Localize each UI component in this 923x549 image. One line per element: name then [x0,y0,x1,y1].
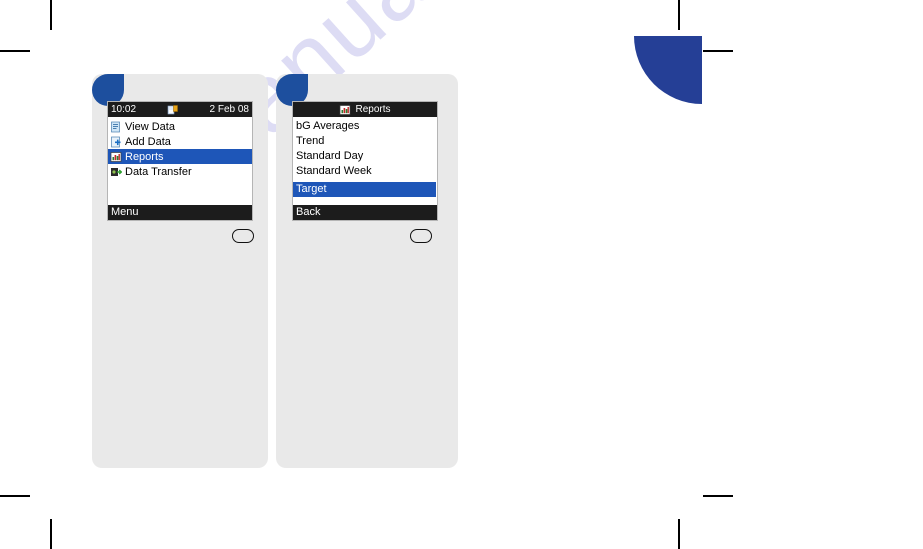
crop-mark-top-left-vertical [50,0,52,30]
menu-item-reports[interactable]: Reports [108,149,252,164]
reports-item-trend[interactable]: Trend [293,134,437,149]
reports-chart-icon [110,151,122,163]
crop-mark-top-right-vertical [678,0,680,30]
menu-item-data-transfer[interactable]: Data Transfer [108,164,252,179]
crop-mark-top-right-horizontal [703,50,733,52]
reports-item-label: Trend [296,135,325,147]
ok-button-reports-menu[interactable] [410,229,432,243]
reports-item-target[interactable]: Target [293,182,436,197]
menu-item-label: Reports [125,150,164,163]
reports-item-label: Standard Week [296,165,372,177]
ok-button-main-menu[interactable] [232,229,254,243]
reports-item-standard-week[interactable]: Standard Week [293,164,437,179]
reports-chart-icon [339,104,351,116]
crop-mark-top-left-horizontal [0,50,30,52]
crop-mark-bottom-left-horizontal [0,495,30,497]
softkey-back[interactable]: Back [293,205,437,220]
reports-item-label: Target [296,183,327,195]
status-bar: 10:02 2 Feb 08 [108,102,252,117]
reports-item-label: bG Averages [296,120,360,132]
softkey-menu[interactable]: Menu [108,205,252,220]
reports-item-label: Standard Day [296,150,364,162]
menu-item-label: View Data [125,120,175,133]
crop-mark-bottom-left-vertical [50,519,52,549]
main-menu-list: View Data Add Data Reports Data Transfer [108,117,252,179]
softkey-label: Back [296,206,321,218]
title-bar-label: Reports [355,104,391,115]
menu-item-label: Add Data [125,135,171,148]
device-screen-main-menu: 10:02 2 Feb 08 View Data Add Data Report… [107,101,253,221]
data-transfer-icon [110,166,122,178]
reports-item-bg-averages[interactable]: bG Averages [293,119,437,134]
reports-menu-list: bG Averages Trend Standard Day Standard … [293,117,437,197]
menu-item-view-data[interactable]: View Data [108,119,252,134]
manual-page: manualshive.com 10:02 2 Feb 08 [0,0,923,549]
decorative-blue-quarter-circle [634,36,702,104]
menu-item-label: Data Transfer [125,165,192,178]
reports-item-standard-day[interactable]: Standard Day [293,149,437,164]
softkey-label: Menu [111,206,139,218]
crop-mark-bottom-right-horizontal [703,495,733,497]
crop-mark-bottom-right-vertical [678,519,680,549]
status-battery-icon [167,104,179,116]
add-data-icon [110,136,122,148]
title-bar: Reports [293,102,437,117]
device-screen-reports-menu: Reports bG Averages Trend Standard Day S… [292,101,438,221]
menu-item-add-data[interactable]: Add Data [108,134,252,149]
status-time: 10:02 [111,104,137,115]
status-date: 2 Feb 08 [209,104,249,115]
view-data-icon [110,121,122,133]
